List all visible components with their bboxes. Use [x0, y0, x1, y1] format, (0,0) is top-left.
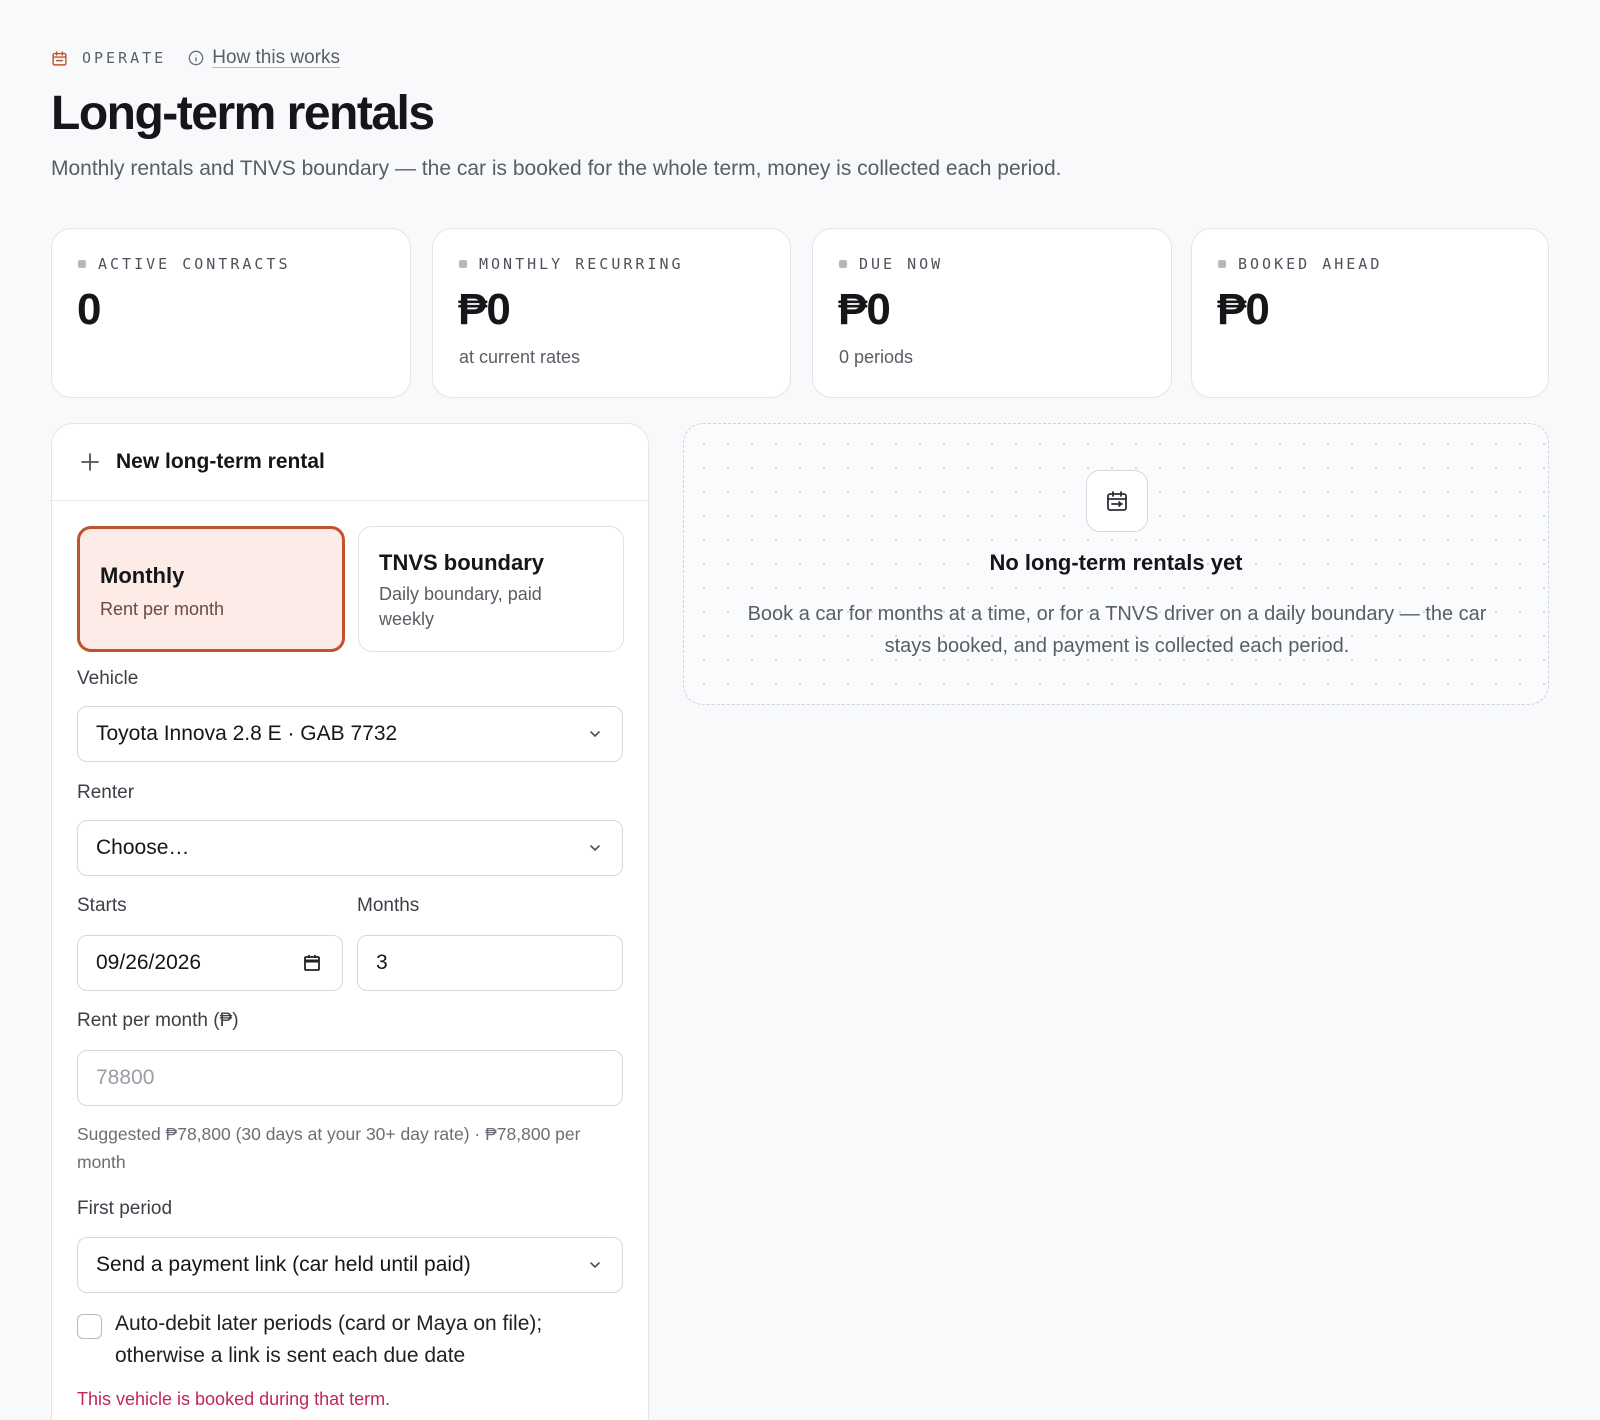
- stat-label: BOOKED AHEAD: [1238, 255, 1383, 273]
- renter-select[interactable]: Choose…: [77, 820, 623, 876]
- empty-state: No long-term rentals yet Book a car for …: [683, 423, 1549, 705]
- calendar-icon: [51, 50, 68, 67]
- auto-debit-label[interactable]: Auto-debit later periods (card or Maya o…: [115, 1308, 615, 1372]
- rent-hint: Suggested ₱78,800 (30 days at your 30+ d…: [77, 1124, 581, 1172]
- bullet-icon: [459, 260, 467, 268]
- empty-state-icon-box: [1086, 470, 1148, 532]
- bullet-icon: [839, 260, 847, 268]
- vehicle-label: Vehicle: [77, 668, 139, 689]
- stat-sub: 0 periods: [839, 347, 914, 367]
- stat-value: ₱0: [458, 285, 511, 334]
- stat-label: DUE NOW: [859, 255, 944, 273]
- form-header[interactable]: New long-term rental: [52, 424, 648, 501]
- type-option-title: TNVS boundary: [379, 550, 545, 575]
- rent-input[interactable]: 78800: [77, 1050, 623, 1106]
- error-message: This vehicle is booked during that term.: [77, 1389, 391, 1409]
- vehicle-select[interactable]: Toyota Innova 2.8 E · GAB 7732: [77, 706, 623, 762]
- stat-label: ACTIVE CONTRACTS: [98, 255, 291, 273]
- stat-value: ₱0: [838, 285, 891, 334]
- stat-sub: at current rates: [459, 347, 581, 367]
- type-option-desc: Rent per month: [100, 599, 225, 619]
- page-subtitle: Monthly rentals and TNVS boundary — the …: [51, 157, 1062, 180]
- starts-label: Starts: [77, 895, 127, 916]
- new-rental-form: New long-term rental Monthly Rent per mo…: [51, 423, 649, 1420]
- months-value: 3: [376, 951, 388, 974]
- chevron-down-icon: [588, 727, 602, 741]
- stat-value: ₱0: [1217, 285, 1270, 334]
- rent-label: Rent per month (₱): [77, 1010, 239, 1031]
- calendar-icon[interactable]: [302, 953, 322, 973]
- chevron-down-icon: [588, 841, 602, 855]
- stat-card-active-contracts: ACTIVE CONTRACTS 0: [51, 228, 411, 398]
- first-period-select[interactable]: Send a payment link (car held until paid…: [77, 1237, 623, 1293]
- months-label: Months: [357, 895, 420, 916]
- stat-value: 0: [77, 285, 102, 334]
- rent-placeholder: 78800: [96, 1066, 155, 1089]
- renter-label: Renter: [77, 782, 135, 803]
- months-input[interactable]: 3: [357, 935, 623, 991]
- first-period-value: Send a payment link (car held until paid…: [96, 1253, 471, 1276]
- type-option-title: Monthly: [100, 563, 185, 588]
- bullet-icon: [78, 260, 86, 268]
- starts-value: 09/26/2026: [96, 951, 202, 974]
- vehicle-value: Toyota Innova 2.8 E · GAB 7732: [96, 722, 398, 745]
- stat-card-booked-ahead: BOOKED AHEAD ₱0: [1191, 228, 1549, 398]
- bullet-icon: [1218, 260, 1226, 268]
- type-option-monthly[interactable]: Monthly Rent per month: [77, 526, 345, 652]
- stat-label: MONTHLY RECURRING: [479, 255, 684, 273]
- type-option-desc: Daily boundary, paid weekly: [379, 584, 542, 629]
- renter-value: Choose…: [96, 836, 190, 859]
- form-title: New long-term rental: [116, 450, 325, 473]
- chevron-down-icon: [588, 1258, 602, 1272]
- eyebrow: OPERATE How this works: [51, 46, 340, 70]
- starts-date-input[interactable]: 09/26/2026: [77, 935, 343, 991]
- first-period-label: First period: [77, 1198, 173, 1219]
- stat-card-due-now: DUE NOW ₱0 0 periods: [812, 228, 1172, 398]
- plus-icon: [80, 452, 100, 472]
- stat-card-monthly-recurring: MONTHLY RECURRING ₱0 at current rates: [432, 228, 791, 398]
- empty-state-description: Book a car for months at a time, or for …: [747, 603, 1487, 657]
- calendar-icon: [1105, 489, 1129, 513]
- how-this-works-link[interactable]: How this works: [212, 47, 340, 69]
- info-icon: [188, 50, 204, 66]
- auto-debit-checkbox[interactable]: [77, 1314, 102, 1339]
- type-option-tnvs-boundary[interactable]: TNVS boundary Daily boundary, paid weekl…: [358, 526, 624, 652]
- page-title: Long-term rentals: [51, 87, 435, 140]
- section-label: OPERATE: [82, 49, 167, 67]
- empty-state-title: No long-term rentals yet: [989, 550, 1243, 575]
